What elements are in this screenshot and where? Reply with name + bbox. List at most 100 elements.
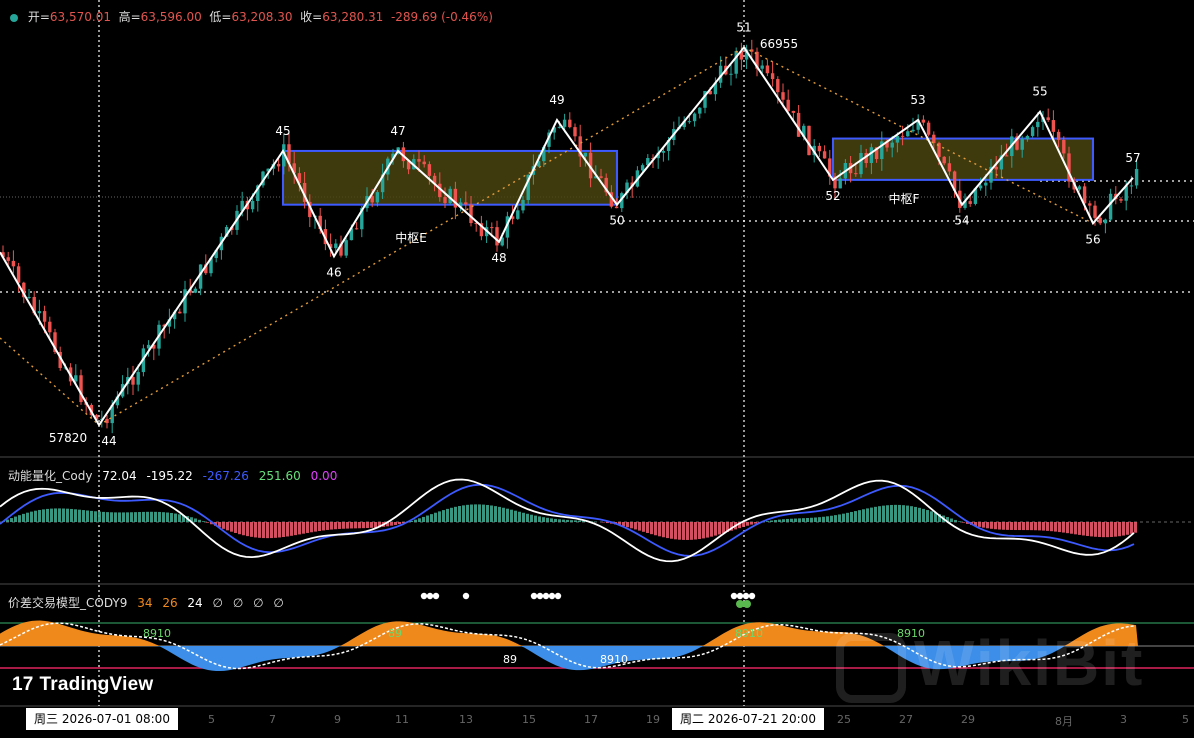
indicator1-bar bbox=[398, 522, 401, 524]
indicator1-bar bbox=[1006, 522, 1009, 530]
candle-body bbox=[818, 146, 821, 151]
indicator1-bar bbox=[58, 508, 61, 522]
indicator1-bar bbox=[990, 522, 993, 529]
zigzag-label-45: 45 bbox=[275, 124, 290, 138]
indicator1-bar bbox=[254, 522, 257, 537]
indicator1-bar bbox=[318, 522, 321, 531]
chart-svg[interactable]: 44454647484950515253545556575782066955中枢… bbox=[0, 0, 1194, 734]
zigzag-label-50: 50 bbox=[609, 214, 624, 228]
indicator1-bar bbox=[1034, 522, 1037, 530]
time-tag-left: 周三 2026-07-01 08:00 bbox=[26, 708, 178, 730]
indicator1-bar bbox=[802, 518, 805, 522]
indicator1-legend[interactable]: 动能量化_Cody 72.04 -195.22 -267.26 251.60 0… bbox=[8, 467, 343, 484]
indicator1-bar bbox=[1026, 522, 1029, 530]
tradingview-logo[interactable]: 17TradingView bbox=[12, 674, 153, 696]
indicator1-bar bbox=[18, 515, 21, 522]
candle-body bbox=[428, 164, 431, 176]
time-axis-tick: 5 bbox=[208, 713, 215, 726]
indicator1-bar bbox=[298, 522, 301, 534]
annotation-2: 66955 bbox=[760, 37, 798, 51]
indicator2-value-3: 24 bbox=[187, 596, 202, 610]
indicator1-bar bbox=[510, 510, 513, 522]
candle-body bbox=[1109, 194, 1112, 220]
time-axis-tick: 29 bbox=[961, 713, 975, 726]
indicator1-bar bbox=[658, 522, 661, 536]
indicator1-bar bbox=[890, 505, 893, 522]
indicator1-bar bbox=[878, 506, 881, 522]
indicator1-bar bbox=[814, 517, 817, 522]
indicator1-bar bbox=[654, 522, 657, 535]
indicator1-bar bbox=[546, 518, 549, 522]
indicator1-bar bbox=[1114, 522, 1117, 537]
indicator1-bar bbox=[430, 514, 433, 522]
candle-body bbox=[584, 153, 587, 157]
indicator1-bar bbox=[650, 522, 653, 534]
indicator1-bar bbox=[38, 510, 41, 522]
indicator1-bar bbox=[370, 522, 373, 528]
indicator1-bar bbox=[1062, 522, 1065, 533]
indicator2-name: 价差交易模型_CODY9 bbox=[8, 596, 127, 610]
time-axis-tick: 5 bbox=[1182, 713, 1189, 726]
indicator1-bar bbox=[710, 522, 713, 537]
histogram-label-2: 89 bbox=[388, 627, 402, 640]
candle-body bbox=[573, 127, 576, 136]
indicator1-bar bbox=[950, 519, 953, 522]
candle-body bbox=[662, 151, 665, 153]
candle-body bbox=[17, 266, 20, 282]
candle-body bbox=[693, 114, 696, 122]
indicator1-bar bbox=[174, 514, 177, 522]
indicator1-bar bbox=[790, 519, 793, 522]
signal-dot bbox=[731, 593, 737, 599]
indicator1-bar bbox=[830, 516, 833, 522]
indicator1-bar bbox=[518, 512, 521, 522]
indicator1-bar bbox=[226, 522, 229, 530]
wikibit-logo-icon bbox=[836, 633, 906, 703]
candle-body bbox=[183, 289, 186, 313]
indicator1-bar bbox=[194, 518, 197, 522]
candle-body bbox=[599, 176, 602, 178]
annotation-3: 中枢E bbox=[395, 230, 427, 245]
candle-body bbox=[797, 113, 800, 137]
indicator1-bar bbox=[954, 520, 957, 522]
indicator1-bar bbox=[882, 506, 885, 522]
signal-dot bbox=[543, 593, 549, 599]
signal-dot bbox=[749, 593, 755, 599]
indicator1-bar bbox=[362, 522, 365, 528]
histogram-label-5: 8910 bbox=[735, 627, 763, 640]
indicator1-bar bbox=[366, 522, 369, 528]
candle-body bbox=[423, 162, 426, 165]
indicator2-legend[interactable]: 价差交易模型_CODY9 34 26 24 ∅ ∅ ∅ ∅ bbox=[8, 594, 290, 611]
candle-body bbox=[839, 178, 842, 188]
candle-body bbox=[859, 153, 862, 174]
indicator1-bar bbox=[350, 522, 353, 528]
indicator1-bar bbox=[454, 507, 457, 522]
candle-body bbox=[38, 311, 41, 313]
indicator1-bar bbox=[66, 509, 69, 522]
zigzag-label-57: 57 bbox=[1125, 151, 1140, 165]
candle-body bbox=[984, 183, 987, 186]
indicator1-bar bbox=[30, 512, 33, 522]
annotation-4: 中枢F bbox=[889, 191, 920, 206]
indicator1-bar bbox=[698, 522, 701, 539]
indicator1-bar bbox=[70, 509, 73, 522]
indicator1-bar bbox=[794, 519, 797, 522]
indicator1-bar bbox=[858, 510, 861, 522]
candle-body bbox=[776, 79, 779, 92]
time-axis-tick: 25 bbox=[837, 713, 851, 726]
indicator1-bar bbox=[1118, 522, 1121, 536]
signal-dot bbox=[743, 593, 749, 599]
candle-body bbox=[807, 126, 810, 155]
indicator1-bar bbox=[570, 520, 573, 522]
candle-body bbox=[1135, 169, 1138, 185]
indicator1-value-3: -267.26 bbox=[203, 469, 249, 483]
indicator1-bar bbox=[666, 522, 669, 538]
indicator1-bar bbox=[774, 520, 777, 522]
chart-stage[interactable]: 44454647484950515253545556575782066955中枢… bbox=[0, 0, 1194, 734]
open-label: 开= bbox=[28, 10, 50, 24]
time-axis-tick: 19 bbox=[646, 713, 660, 726]
histogram-label-1: 8910 bbox=[143, 627, 171, 640]
indicator1-bar bbox=[262, 522, 265, 538]
time-axis-tick: 13 bbox=[459, 713, 473, 726]
candle-body bbox=[178, 312, 181, 314]
candle-body bbox=[1062, 140, 1065, 154]
